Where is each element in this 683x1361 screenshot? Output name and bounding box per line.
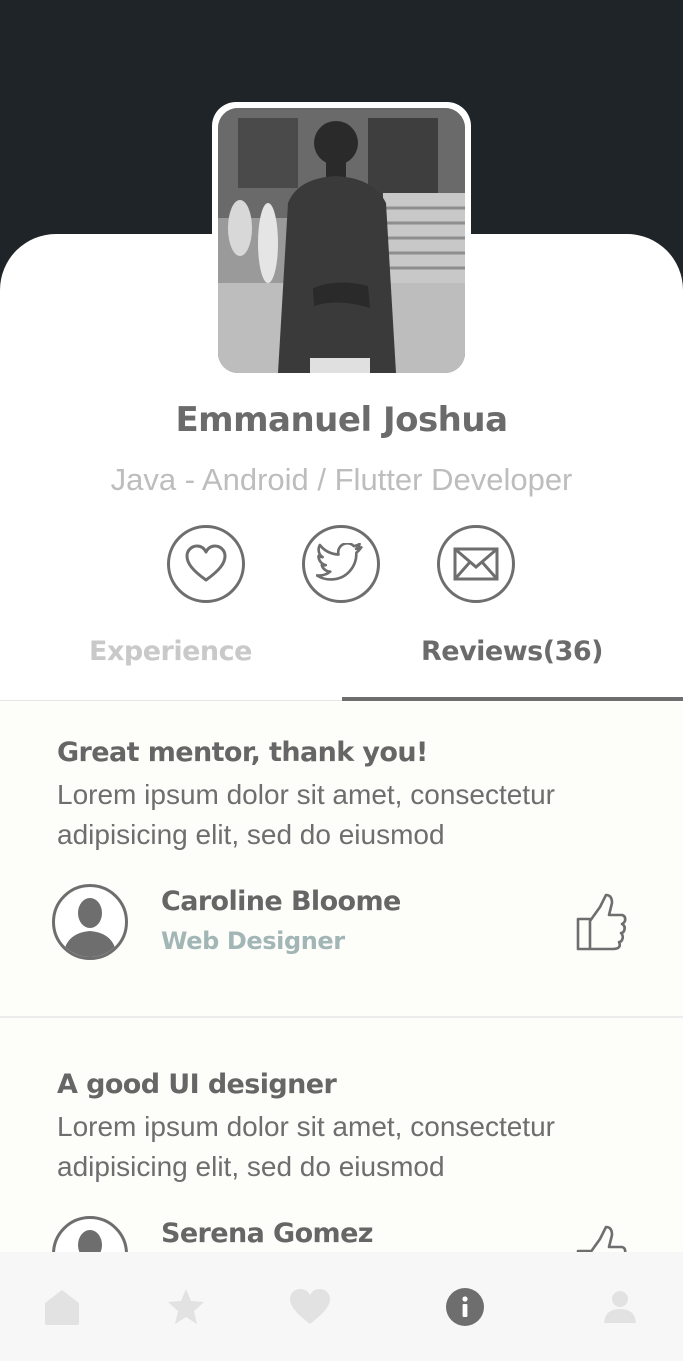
mail-button[interactable] [437, 525, 515, 603]
nav-likes[interactable] [289, 1286, 331, 1328]
reviewer-avatar [52, 884, 128, 960]
nav-favorites[interactable] [165, 1286, 207, 1328]
person-icon [604, 1291, 636, 1323]
mail-icon [453, 547, 499, 581]
tab-reviews[interactable]: Reviews(36) [341, 636, 683, 667]
bottom-navigation [0, 1252, 683, 1361]
nav-profile[interactable] [599, 1286, 641, 1328]
review-title: A good UI designer [57, 1069, 337, 1100]
reviewer-name: Caroline Bloome [161, 886, 401, 917]
person-icon [63, 898, 117, 957]
heart-icon [290, 1289, 330, 1324]
nav-home[interactable] [41, 1286, 83, 1328]
reviewer-name: Serena Gomez [161, 1218, 374, 1249]
heart-icon [185, 544, 227, 582]
reviewer-role: Web Designer [161, 927, 345, 955]
twitter-icon [316, 543, 363, 581]
profile-role: Java - Android / Flutter Developer [110, 462, 573, 497]
tab-active-indicator [342, 697, 683, 701]
review-body: Lorem ipsum dolor sit amet, consectetur … [57, 1111, 555, 1182]
like-button[interactable] [572, 893, 628, 953]
info-icon [446, 1288, 484, 1326]
home-icon [45, 1290, 79, 1325]
thumbs-up-icon [576, 893, 627, 951]
tab-experience[interactable]: Experience [0, 636, 341, 667]
nav-info[interactable] [444, 1286, 486, 1328]
review-body: Lorem ipsum dolor sit amet, consectetur … [57, 779, 555, 850]
review-title: Great mentor, thank you! [57, 737, 428, 768]
profile-photo [218, 108, 465, 373]
twitter-button[interactable] [302, 525, 380, 603]
favorite-button[interactable] [167, 525, 245, 603]
star-icon [168, 1289, 204, 1324]
profile-name: Emmanuel Joshua [175, 400, 508, 440]
